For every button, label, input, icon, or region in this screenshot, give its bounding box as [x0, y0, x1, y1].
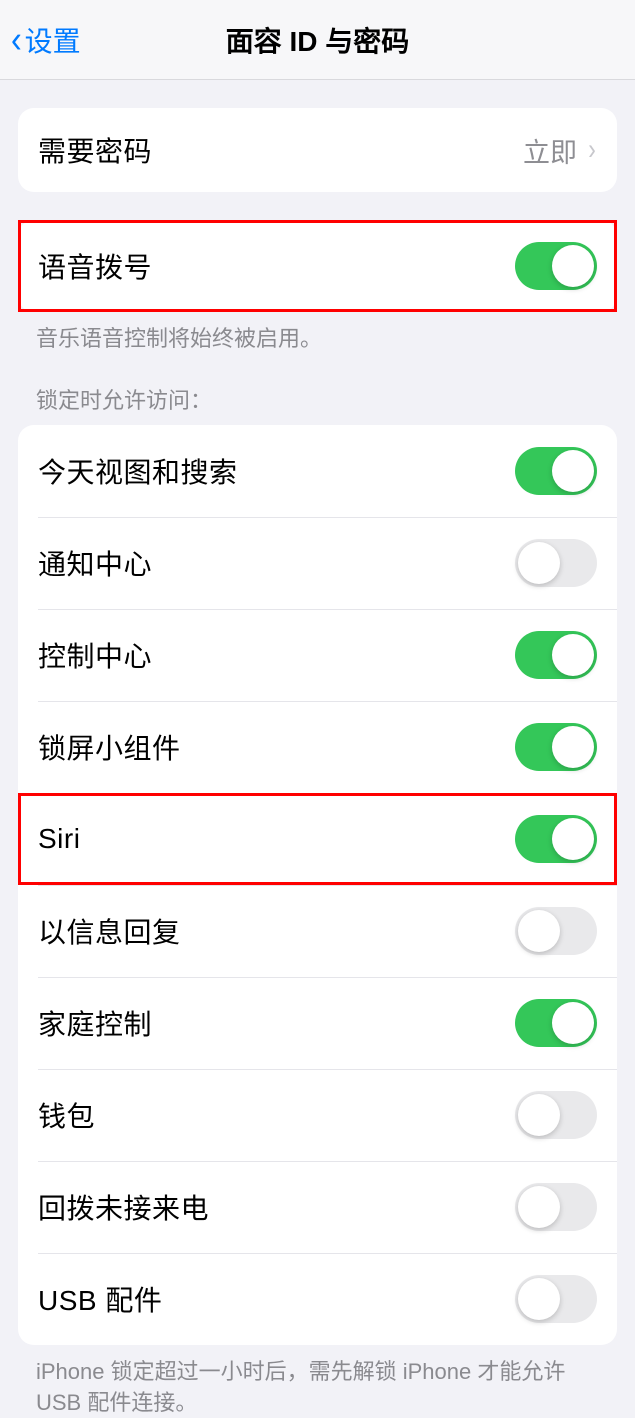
- footer-lock-access: iPhone 锁定超过一小时后，需先解锁 iPhone 才能允许 USB 配件连…: [36, 1357, 599, 1418]
- toggle-6[interactable]: [515, 999, 597, 1047]
- group-lock-access: 今天视图和搜索通知中心控制中心锁屏小组件 Siri 以信息回复家庭控制钱包回拨未接来…: [18, 425, 617, 1345]
- row-lock-access-item: 回拨未接来电: [18, 1161, 617, 1253]
- row-lock-access-item: 控制中心: [18, 609, 617, 701]
- toggle-knob: [552, 818, 594, 860]
- row-voice-dial: 语音拨号: [18, 220, 617, 312]
- chevron-right-icon: ›: [588, 133, 596, 167]
- row-require-passcode[interactable]: 需要密码 立即 ›: [18, 108, 617, 192]
- toggle-5[interactable]: [515, 907, 597, 955]
- footer-voice-dial: 音乐语音控制将始终被启用。: [36, 324, 599, 355]
- toggle-knob: [518, 1186, 560, 1228]
- row-label: USB 配件: [38, 1279, 162, 1319]
- toggle-1[interactable]: [515, 539, 597, 587]
- toggle-9[interactable]: [515, 1275, 597, 1323]
- toggle-8[interactable]: [515, 1183, 597, 1231]
- toggle-knob: [552, 245, 594, 287]
- toggle-knob: [552, 450, 594, 492]
- toggle-3[interactable]: [515, 723, 597, 771]
- row-label: 钱包: [38, 1095, 95, 1135]
- toggle-knob: [552, 1002, 594, 1044]
- toggle-knob: [518, 1094, 560, 1136]
- chevron-left-icon: ‹: [11, 21, 22, 59]
- nav-header: ‹ 设置 面容 ID 与密码: [0, 0, 635, 80]
- row-label: 以信息回复: [38, 911, 181, 951]
- row-label: 需要密码: [38, 130, 152, 170]
- row-lock-access-item: 锁屏小组件: [18, 701, 617, 793]
- toggle-2[interactable]: [515, 631, 597, 679]
- row-label: 通知中心: [38, 543, 152, 583]
- toggle-7[interactable]: [515, 1091, 597, 1139]
- back-label: 设置: [25, 20, 81, 60]
- toggle-4[interactable]: [515, 815, 597, 863]
- row-lock-access-item: 通知中心: [18, 517, 617, 609]
- toggle-knob: [518, 542, 560, 584]
- row-label: 控制中心: [38, 635, 152, 675]
- group-require-passcode: 需要密码 立即 ›: [18, 108, 617, 192]
- toggle-knob: [518, 910, 560, 952]
- toggle-knob: [518, 1278, 560, 1320]
- row-label: Siri: [38, 823, 80, 855]
- row-lock-access-item: USB 配件: [18, 1253, 617, 1345]
- row-label: 语音拨号: [38, 246, 152, 286]
- row-label: 家庭控制: [38, 1003, 152, 1043]
- row-label: 锁屏小组件: [38, 727, 181, 767]
- row-lock-access-item: 家庭控制: [18, 977, 617, 1069]
- toggle-voice-dial[interactable]: [515, 242, 597, 290]
- toggle-knob: [552, 634, 594, 676]
- section-header-lock-access: 锁定时允许访问：: [36, 383, 599, 415]
- row-lock-access-item: 以信息回复: [18, 885, 617, 977]
- row-lock-access-item: Siri: [18, 793, 617, 885]
- back-button[interactable]: ‹ 设置: [10, 20, 81, 60]
- toggle-knob: [552, 726, 594, 768]
- page-title: 面容 ID 与密码: [0, 20, 635, 60]
- row-label: 回拨未接来电: [38, 1187, 209, 1227]
- toggle-0[interactable]: [515, 447, 597, 495]
- row-value: 立即: [523, 131, 577, 170]
- row-lock-access-item: 钱包: [18, 1069, 617, 1161]
- row-label: 今天视图和搜索: [38, 451, 238, 491]
- group-voice-dial: 语音拨号: [18, 220, 617, 312]
- row-right: 立即 ›: [523, 131, 597, 170]
- row-lock-access-item: 今天视图和搜索: [18, 425, 617, 517]
